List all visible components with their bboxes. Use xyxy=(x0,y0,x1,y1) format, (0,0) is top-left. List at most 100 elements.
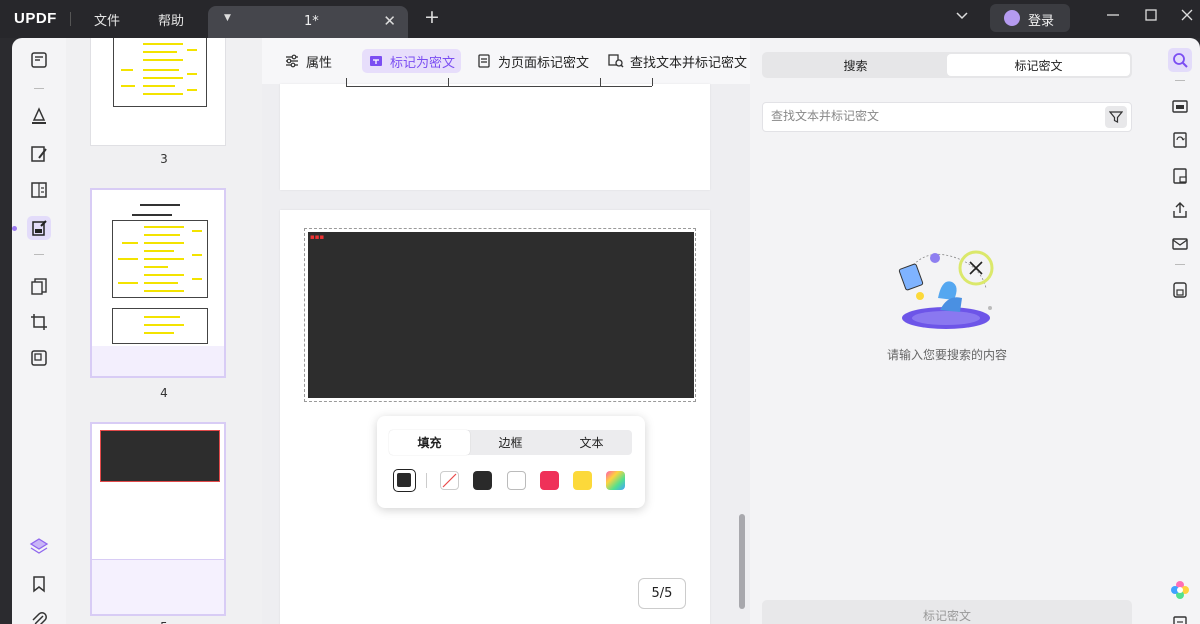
thumbnail-page-number: 4 xyxy=(160,386,168,400)
mark-page-redaction-button[interactable]: 为页面标记密文 xyxy=(470,49,595,73)
reader-icon[interactable] xyxy=(27,48,51,72)
right-icon-rail xyxy=(1160,38,1200,624)
highlight xyxy=(144,290,184,292)
tab-text[interactable]: 文本 xyxy=(551,430,632,455)
email-icon[interactable] xyxy=(1168,232,1192,256)
chevron-down-icon[interactable] xyxy=(955,8,969,26)
thumbnail-panel: 3 4 xyxy=(66,38,262,624)
menu-help[interactable]: 帮助 xyxy=(158,10,184,29)
pdf-page-4[interactable] xyxy=(280,78,710,190)
highlight xyxy=(144,274,184,276)
find-text-redact-button[interactable]: 查找文本并标记密文 xyxy=(602,49,750,73)
convert-icon[interactable] xyxy=(27,346,51,370)
tab-search[interactable]: 搜索 xyxy=(764,54,947,76)
attachment-icon[interactable] xyxy=(27,608,51,624)
login-button[interactable]: 登录 xyxy=(990,4,1070,32)
no-color-icon xyxy=(442,473,457,488)
document-tab[interactable]: ▼ 1* ✕ xyxy=(208,6,408,38)
avatar-icon xyxy=(1004,10,1020,26)
highlight xyxy=(144,250,174,252)
thumbnail-page-5[interactable] xyxy=(90,422,226,616)
notes-icon[interactable] xyxy=(1168,612,1192,624)
highlight xyxy=(144,266,168,268)
vertical-scrollbar[interactable] xyxy=(739,514,745,609)
redact-search-box[interactable] xyxy=(762,102,1132,132)
highlight xyxy=(118,282,138,284)
redaction-label: ▪▪▪ xyxy=(310,233,325,241)
edit-pdf-icon[interactable] xyxy=(27,142,51,166)
thumbnail-overlay xyxy=(92,346,224,376)
swatch-black[interactable] xyxy=(473,471,492,490)
minimize-icon[interactable] xyxy=(1106,8,1120,25)
filter-icon[interactable] xyxy=(1105,106,1127,128)
swatch-red[interactable] xyxy=(540,471,559,490)
highlight xyxy=(144,332,174,334)
mini-table xyxy=(112,308,208,344)
layers-icon[interactable] xyxy=(27,534,51,558)
mark-page-label: 为页面标记密文 xyxy=(498,55,590,71)
protect-icon[interactable] xyxy=(1168,164,1192,188)
crop-icon[interactable] xyxy=(27,310,51,334)
current-color-fill xyxy=(397,473,411,487)
document-canvas[interactable]: 属性 标记为密文 为页面标记密文 查找文本并标记密文 ▪▪▪ 填充 边框 文本 … xyxy=(262,38,750,624)
mini-title xyxy=(140,204,180,206)
organize-pages-icon[interactable] xyxy=(27,274,51,298)
close-window-icon[interactable] xyxy=(1180,8,1194,25)
page-redaction-icon xyxy=(478,54,490,68)
swatch-yellow[interactable] xyxy=(573,471,592,490)
thumbnail-page-4[interactable] xyxy=(90,188,226,378)
panel-tabs: 搜索 标记密文 xyxy=(762,52,1132,78)
rail-divider xyxy=(1175,80,1185,81)
page-indicator[interactable]: 5/5 xyxy=(638,578,686,609)
swatch-divider xyxy=(426,473,427,488)
mark-redaction-label: 标记为密文 xyxy=(390,55,456,71)
comment-icon[interactable] xyxy=(27,104,51,128)
redact-toolbar: 属性 标记为密文 为页面标记密文 查找文本并标记密文 xyxy=(262,38,750,84)
swatch-white[interactable] xyxy=(507,471,526,490)
swatch-custom-color[interactable] xyxy=(606,471,625,490)
convert-file-icon[interactable] xyxy=(1168,128,1192,152)
share-icon[interactable] xyxy=(1168,198,1192,222)
redaction-selection[interactable]: ▪▪▪ xyxy=(304,228,696,402)
menu-file[interactable]: 文件 xyxy=(94,10,120,29)
form-icon[interactable] xyxy=(27,178,51,202)
thumbnail-page-3[interactable] xyxy=(90,38,226,146)
thumbnail-page-number: 5 xyxy=(66,620,262,624)
tab-mark-redaction[interactable]: 标记密文 xyxy=(947,54,1130,76)
redaction-area[interactable]: ▪▪▪ xyxy=(308,232,694,398)
highlight xyxy=(143,51,177,53)
properties-button[interactable]: 属性 xyxy=(278,49,338,73)
ocr-icon[interactable] xyxy=(1168,94,1192,118)
redact-search-input[interactable] xyxy=(771,109,1091,123)
swatch-none[interactable] xyxy=(440,471,459,490)
highlight xyxy=(144,316,180,318)
tab-fill[interactable]: 填充 xyxy=(389,430,470,455)
mini-title xyxy=(132,214,172,216)
new-tab-icon[interactable]: + xyxy=(424,8,440,27)
ai-assistant-icon[interactable] xyxy=(1168,578,1192,602)
highlight xyxy=(144,234,180,236)
title-separator xyxy=(70,12,71,26)
search-redact-panel: 搜索 标记密文 请输入您要搜索的内容 xyxy=(750,38,1160,624)
mark-redaction-submit-button[interactable]: 标记密文 xyxy=(762,600,1132,624)
tab-close-icon[interactable]: ✕ xyxy=(383,12,396,30)
find-text-icon xyxy=(608,54,624,68)
app-window: UPDF 文件 帮助 ▼ 1* ✕ + 登录 3 4 属性 标记为密文 为页面标… xyxy=(0,0,1200,624)
tab-border[interactable]: 边框 xyxy=(470,430,551,455)
tab-menu-caret-icon[interactable]: ▼ xyxy=(224,13,231,23)
search-icon[interactable] xyxy=(1168,48,1192,72)
highlight xyxy=(143,85,175,87)
find-text-label: 查找文本并标记密文 xyxy=(630,55,748,71)
bookmark-icon[interactable] xyxy=(27,572,51,596)
tool-divider xyxy=(34,88,44,89)
mark-redaction-icon xyxy=(370,56,382,66)
redact-icon[interactable] xyxy=(27,216,51,240)
redaction-style-popup: 填充 边框 文本 xyxy=(377,416,645,508)
mark-redaction-button[interactable]: 标记为密文 xyxy=(362,49,462,73)
highlight xyxy=(144,242,184,244)
highlight xyxy=(122,242,138,244)
save-icon[interactable] xyxy=(1168,278,1192,302)
highlight xyxy=(187,73,197,75)
current-color-swatch[interactable] xyxy=(393,469,416,492)
maximize-icon[interactable] xyxy=(1144,8,1158,25)
